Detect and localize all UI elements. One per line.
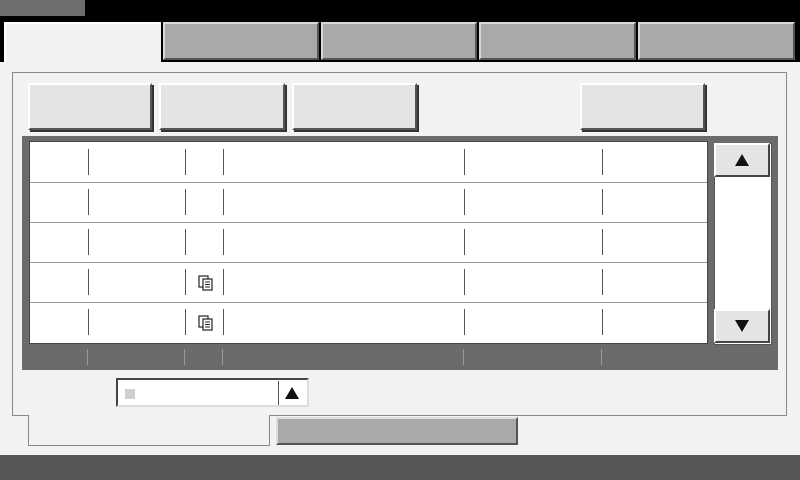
footer-divider [222, 349, 223, 365]
column-divider [185, 309, 186, 335]
dropdown-toggle-button[interactable] [278, 381, 305, 405]
window-tab[interactable] [0, 0, 85, 16]
tab-5[interactable] [638, 22, 795, 60]
column-divider [185, 189, 186, 215]
column-divider [185, 229, 186, 255]
bottom-tab-2[interactable] [276, 417, 518, 445]
table-row[interactable] [30, 302, 707, 342]
column-divider [88, 269, 89, 295]
toolbar-button-3[interactable] [292, 83, 417, 130]
scroll-up-button[interactable] [714, 143, 770, 177]
title-bar [0, 0, 800, 18]
table-row[interactable] [30, 222, 707, 263]
status-bar [0, 455, 800, 480]
column-divider [464, 149, 465, 175]
tab-3[interactable] [321, 22, 477, 60]
column-divider [602, 229, 603, 255]
column-divider [464, 269, 465, 295]
triangle-down-icon [735, 320, 749, 332]
column-divider [602, 309, 603, 335]
toolbar-button-4[interactable] [580, 83, 705, 130]
data-table [29, 141, 708, 344]
tab-2[interactable] [163, 22, 319, 60]
footer-divider [601, 349, 602, 365]
column-divider [223, 189, 224, 215]
column-divider [185, 269, 186, 295]
table-row[interactable] [30, 182, 707, 223]
column-divider [223, 309, 224, 335]
tab-4[interactable] [479, 22, 636, 60]
scroll-down-button[interactable] [714, 309, 770, 343]
column-divider [223, 269, 224, 295]
footer-divider [87, 349, 88, 365]
copy-icon[interactable] [197, 314, 215, 332]
bottom-tab-1[interactable] [28, 415, 270, 446]
toolbar-button-2[interactable] [159, 83, 285, 130]
column-divider [223, 149, 224, 175]
table-row[interactable] [30, 142, 707, 183]
column-divider [602, 269, 603, 295]
table-row[interactable] [30, 262, 707, 303]
column-divider [185, 149, 186, 175]
triangle-up-icon [285, 387, 299, 399]
toolbar-button-1[interactable] [28, 83, 152, 130]
column-divider [602, 189, 603, 215]
column-divider [464, 309, 465, 335]
column-divider [464, 189, 465, 215]
dropdown-select[interactable] [116, 378, 309, 407]
column-divider [602, 149, 603, 175]
column-divider [88, 189, 89, 215]
column-divider [464, 229, 465, 255]
footer-divider [463, 349, 464, 365]
dropdown-marker [125, 389, 135, 399]
footer-divider [184, 349, 185, 365]
tab-1[interactable] [4, 22, 161, 64]
column-divider [88, 149, 89, 175]
triangle-up-icon [735, 154, 749, 166]
column-divider [88, 309, 89, 335]
copy-icon[interactable] [197, 274, 215, 292]
column-divider [88, 229, 89, 255]
column-divider [223, 229, 224, 255]
